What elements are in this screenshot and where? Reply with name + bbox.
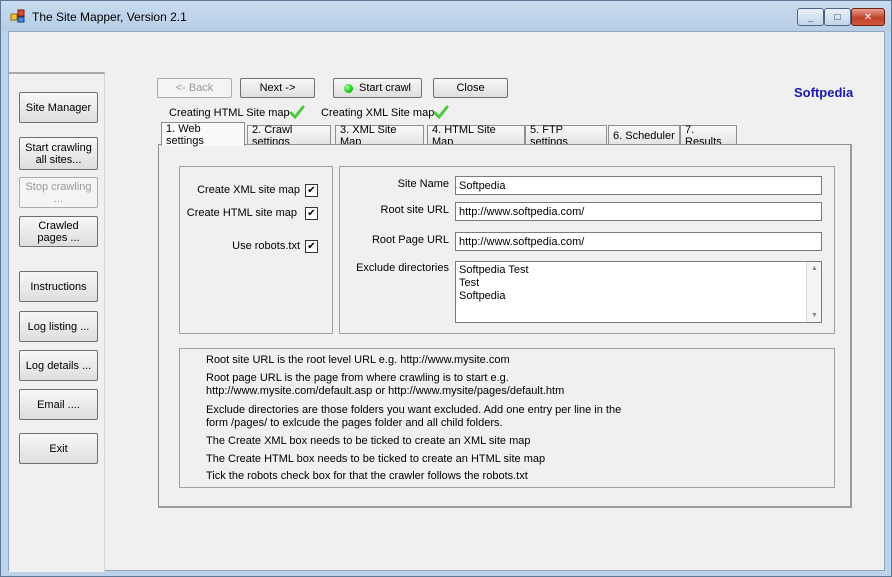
- status-led-icon: [344, 83, 354, 93]
- client-area: Site Manager Start crawling all sites...…: [8, 31, 885, 572]
- tab-results[interactable]: 7. Results: [680, 124, 737, 148]
- help-line: The Create HTML box needs to be ticked t…: [206, 453, 546, 465]
- exit-button[interactable]: Exit: [19, 433, 98, 464]
- log-details-button[interactable]: Log details ...: [19, 350, 98, 381]
- sidebar: Site Manager Start crawling all sites...…: [9, 72, 105, 572]
- brand-label: Softpedia: [794, 85, 854, 100]
- close-icon: ✕: [863, 11, 873, 23]
- help-line: Root page URL is the page from where cra…: [206, 372, 509, 384]
- close-window-button[interactable]: ✕: [851, 8, 885, 26]
- help-line: Exclude directories are those folders yo…: [206, 404, 622, 416]
- crawled-pages-button[interactable]: Crawled pages ...: [19, 216, 98, 247]
- stop-crawling-button[interactable]: Stop crawling ...: [19, 177, 98, 208]
- help-line: http://www.mysite.com/default.asp or htt…: [206, 385, 565, 397]
- start-crawling-button[interactable]: Start crawling all sites...: [19, 137, 98, 170]
- help-line: The Create XML box needs to be ticked to…: [206, 435, 531, 447]
- xml-status-label: Creating XML Site map: [321, 107, 435, 119]
- use-robots-checkbox[interactable]: ✔: [305, 240, 318, 253]
- exclude-dirs-scrollbar[interactable]: ▲ ▼: [806, 262, 821, 322]
- options-group: Create XML site map ✔ Create HTML site m…: [179, 166, 333, 334]
- web-settings-panel: Create XML site map ✔ Create HTML site m…: [158, 144, 852, 508]
- start-crawl-button[interactable]: Start crawl: [333, 78, 422, 98]
- scroll-down-icon[interactable]: ▼: [811, 312, 818, 319]
- title-bar[interactable]: The Site Mapper, Version 2.1 _ □ ✕: [1, 1, 891, 31]
- html-done-check-icon: [289, 105, 305, 120]
- maximize-button[interactable]: □: [824, 8, 851, 26]
- next-button[interactable]: Next ->: [240, 78, 315, 98]
- tab-ftp-settings[interactable]: 5. FTP settings: [525, 124, 607, 148]
- help-line: form /pages/ to exlcude the pages folder…: [206, 417, 503, 429]
- scroll-up-icon[interactable]: ▲: [811, 265, 818, 272]
- site-fields-group: Site Name Root site URL Root Page URL Ex…: [339, 166, 835, 334]
- tab-crawl-settings[interactable]: 2. Crawl settings: [247, 124, 331, 148]
- tab-scheduler[interactable]: 6. Scheduler: [608, 125, 680, 145]
- app-window: The Site Mapper, Version 2.1 _ □ ✕ Site …: [0, 0, 892, 577]
- log-listing-button[interactable]: Log listing ...: [19, 311, 98, 342]
- tab-xml-site-map[interactable]: 3. XML Site Map: [335, 124, 424, 148]
- app-icon: [10, 9, 25, 23]
- maximize-icon: □: [834, 11, 841, 23]
- create-html-checkbox[interactable]: ✔: [305, 207, 318, 220]
- instructions-button[interactable]: Instructions: [19, 271, 98, 302]
- xml-done-check-icon: [433, 105, 449, 120]
- exclude-dirs-textarea[interactable]: Softpedia Test Test Softpedia ▲ ▼: [455, 261, 822, 323]
- close-button[interactable]: Close: [433, 78, 508, 98]
- help-text-box: Root site URL is the root level URL e.g.…: [179, 348, 835, 488]
- site-name-label: Site Name: [397, 178, 449, 190]
- root-site-url-label: Root site URL: [380, 204, 449, 216]
- create-xml-label: Create XML site map: [197, 184, 300, 196]
- create-xml-checkbox[interactable]: ✔: [305, 184, 318, 197]
- root-site-url-input[interactable]: [455, 202, 822, 221]
- help-line: Root site URL is the root level URL e.g.…: [206, 354, 510, 366]
- exclude-dir-line: Test: [459, 277, 480, 289]
- root-page-url-label: Root Page URL: [371, 234, 449, 246]
- create-html-label: Create HTML site map: [186, 207, 297, 219]
- window-title: The Site Mapper, Version 2.1: [32, 10, 187, 24]
- exclude-dirs-label: Exclude directories: [356, 262, 449, 274]
- html-status-label: Creating HTML Site map: [169, 107, 290, 119]
- exclude-dir-line: Softpedia: [459, 290, 506, 302]
- minimize-icon: _: [807, 11, 814, 23]
- email-button[interactable]: Email ....: [19, 389, 98, 420]
- start-crawl-label: Start crawl: [359, 82, 411, 94]
- exclude-dir-line: Softpedia Test: [459, 264, 529, 276]
- tab-web-settings[interactable]: 1. Web settings: [161, 122, 245, 147]
- root-page-url-input[interactable]: [455, 232, 822, 251]
- tab-html-site-map[interactable]: 4. HTML Site Map: [427, 124, 525, 148]
- help-line: Tick the robots check box for that the c…: [206, 470, 528, 482]
- site-manager-button[interactable]: Site Manager: [19, 92, 98, 123]
- use-robots-label: Use robots.txt: [232, 240, 300, 252]
- site-name-input[interactable]: [455, 176, 822, 195]
- minimize-button[interactable]: _: [797, 8, 824, 26]
- back-button[interactable]: <- Back: [157, 78, 232, 98]
